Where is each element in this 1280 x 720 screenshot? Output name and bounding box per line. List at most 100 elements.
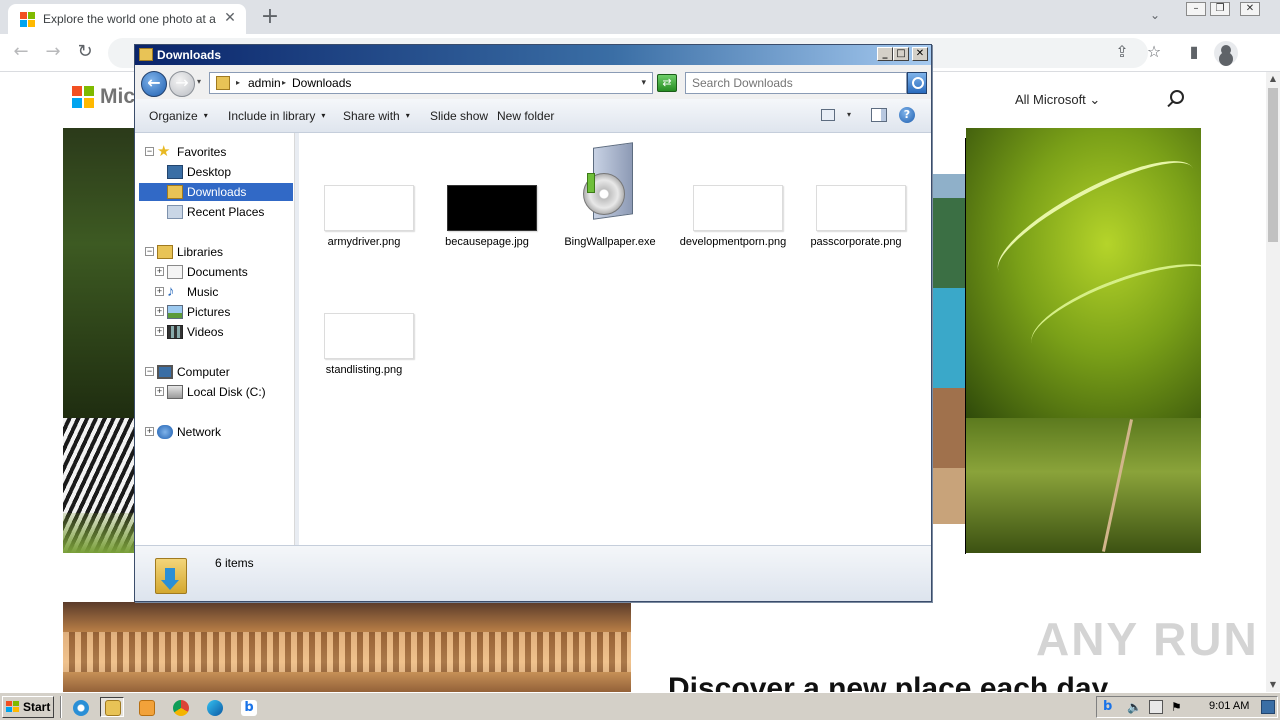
explorer-titlebar[interactable]: Downloads _ □ ✕	[135, 45, 931, 65]
file-item-standlisting[interactable]: standlisting.png	[309, 271, 419, 381]
search-icon[interactable]	[1170, 90, 1184, 104]
new-tab-button[interactable]: +	[258, 6, 282, 28]
explorer-taskbar-button[interactable]	[100, 697, 124, 717]
refresh-button[interactable]: ⇄	[657, 74, 677, 92]
volume-icon[interactable]: 🔈	[1127, 700, 1142, 714]
tree-item-desktop[interactable]: Desktop	[135, 163, 295, 181]
share-icon[interactable]: ⇪	[1112, 43, 1132, 61]
file-item-bingwallpaper[interactable]: BingWallpaper.exe	[555, 142, 665, 253]
slide-show-button[interactable]: Slide show	[430, 109, 488, 123]
breadcrumb-downloads[interactable]: Downloads	[292, 76, 351, 90]
edge-icon[interactable]	[202, 697, 226, 717]
tree-item-music[interactable]: + ♪ Music	[135, 283, 295, 301]
explorer-maximize-button[interactable]: □	[893, 47, 909, 61]
search-input[interactable]	[686, 73, 906, 93]
file-item-becausepage[interactable]: becausepage.jpg	[432, 143, 542, 253]
action-center-flag-icon[interactable]: ⚑	[1171, 700, 1185, 714]
microsoft-wordmark[interactable]: Mic	[100, 85, 135, 109]
bing-tray-icon[interactable]: b	[1103, 700, 1117, 714]
file-item-developmentporn[interactable]: developmentporn.png	[678, 143, 788, 263]
collapse-icon[interactable]: −	[145, 147, 154, 156]
image-thumbnail	[324, 313, 414, 359]
history-dropdown-icon[interactable]: ▾	[197, 77, 201, 86]
tree-item-computer[interactable]: − Computer	[135, 363, 295, 381]
explorer-search-field[interactable]	[685, 72, 907, 94]
view-dropdown-icon[interactable]: ▾	[847, 110, 851, 119]
microsoft-logo-icon[interactable]	[72, 86, 94, 108]
chrome-icon[interactable]	[168, 697, 192, 717]
explorer-address-bar[interactable]: ▸ admin ▸ Downloads ▾	[209, 72, 653, 94]
bookmark-star-icon[interactable]: ☆	[1144, 43, 1164, 61]
tab-close-icon[interactable]: ✕	[222, 10, 238, 26]
scroll-down-icon[interactable]: ▼	[1266, 678, 1280, 692]
tree-item-videos[interactable]: + Videos	[135, 323, 295, 341]
network-tray-icon[interactable]	[1149, 700, 1163, 714]
all-microsoft-menu[interactable]: All Microsoft ⌄	[1015, 92, 1100, 108]
forward-button[interactable]: →	[42, 42, 64, 62]
tree-item-libraries[interactable]: − Libraries	[135, 243, 295, 261]
photo-tile-hills[interactable]	[966, 418, 1201, 553]
include-in-library-button[interactable]: Include in library ▾	[228, 109, 325, 123]
explorer-minimize-button[interactable]: _	[877, 47, 893, 61]
photo-tile-forest[interactable]	[63, 128, 138, 418]
side-panel-icon[interactable]: ▮	[1184, 43, 1204, 61]
page-scrollbar[interactable]: ▲ ▼	[1266, 72, 1280, 692]
explorer-back-button[interactable]: ←	[141, 71, 167, 97]
collapse-icon[interactable]: −	[145, 247, 154, 256]
address-dropdown-icon[interactable]: ▾	[641, 78, 646, 88]
tab-search-button[interactable]: ⌄	[1150, 8, 1160, 22]
preview-pane-icon[interactable]	[871, 108, 887, 122]
organize-button[interactable]: Organize ▾	[149, 109, 208, 123]
photo-tile-cherry-blossom[interactable]	[63, 602, 631, 692]
downloads-folder-icon	[155, 552, 191, 594]
new-folder-button[interactable]: New folder	[497, 109, 554, 123]
file-name: developmentporn.png	[679, 236, 787, 248]
change-view-icon[interactable]	[821, 109, 835, 121]
photo-tile-lake[interactable]	[932, 138, 966, 554]
explorer-close-button[interactable]: ✕	[912, 47, 928, 61]
search-icon[interactable]	[907, 72, 927, 94]
breadcrumb-admin[interactable]: admin	[248, 76, 281, 90]
browser-tab[interactable]: Explore the world one photo at a time ✕	[8, 4, 246, 34]
tree-item-pictures[interactable]: + Pictures	[135, 303, 295, 321]
taskbar-clock[interactable]: 9:01 AM	[1209, 700, 1249, 712]
browser-restore-button[interactable]: ❐	[1210, 2, 1230, 16]
photo-tile-zebra[interactable]	[63, 418, 138, 553]
media-player-icon[interactable]	[134, 697, 158, 717]
browser-minimize-button[interactable]: –	[1186, 2, 1206, 16]
file-item-passcorporate[interactable]: passcorporate.png	[801, 143, 911, 253]
tree-item-favorites[interactable]: − ★ Favorites	[135, 143, 295, 161]
scroll-up-icon[interactable]: ▲	[1266, 72, 1280, 86]
scroll-thumb[interactable]	[1268, 88, 1278, 242]
reload-button[interactable]: ↻	[74, 42, 96, 62]
bing-icon[interactable]: b	[236, 697, 260, 717]
file-item-armydriver[interactable]: armydriver.png	[309, 143, 419, 253]
start-button[interactable]: Start	[2, 696, 54, 718]
expand-icon[interactable]: +	[145, 427, 154, 436]
show-desktop-icon[interactable]	[1261, 700, 1275, 714]
help-icon[interactable]: ?	[899, 107, 915, 123]
breadcrumb-separator-icon[interactable]: ▸	[282, 78, 286, 87]
internet-explorer-icon[interactable]	[68, 697, 92, 717]
file-name: standlisting.png	[325, 364, 403, 376]
expand-icon[interactable]: +	[155, 307, 164, 316]
downloads-folder-icon	[167, 185, 183, 199]
collapse-icon[interactable]: −	[145, 367, 154, 376]
expand-icon[interactable]: +	[155, 387, 164, 396]
back-button[interactable]: ←	[10, 42, 32, 62]
tree-item-local-disk[interactable]: + Local Disk (C:)	[135, 383, 295, 401]
tree-item-documents[interactable]: + Documents	[135, 263, 295, 281]
explorer-forward-button[interactable]: →	[169, 71, 195, 97]
share-with-button[interactable]: Share with ▾	[343, 109, 410, 123]
expand-icon[interactable]: +	[155, 327, 164, 336]
tree-item-downloads[interactable]: Downloads	[139, 183, 293, 201]
tree-item-recent-places[interactable]: Recent Places	[135, 203, 295, 221]
discover-headline: Discover a new place each day	[668, 672, 1109, 692]
browser-close-button[interactable]: ✕	[1240, 2, 1260, 16]
breadcrumb-separator-icon[interactable]: ▸	[236, 78, 240, 87]
expand-icon[interactable]: +	[155, 287, 164, 296]
expand-icon[interactable]: +	[155, 267, 164, 276]
profile-avatar[interactable]	[1214, 41, 1238, 65]
tree-item-network[interactable]: + Network	[135, 423, 295, 441]
photo-tile-leaf[interactable]	[966, 128, 1201, 418]
